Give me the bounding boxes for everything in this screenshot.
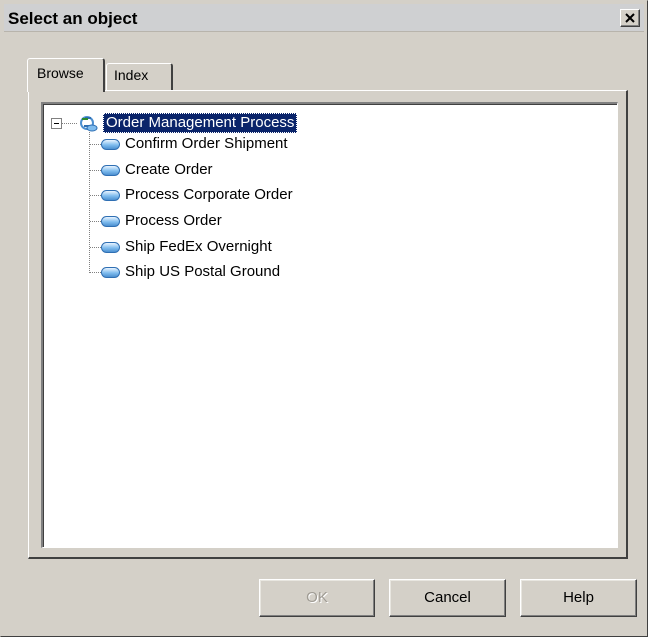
tab-index[interactable]: Index [106,63,173,90]
tab-browse-label: Browse [37,65,84,81]
cancel-button[interactable]: Cancel [389,579,506,617]
tree-node-label: Confirm Order Shipment [125,135,288,152]
process-icon [101,216,120,227]
tree-node-label: Create Order [125,161,213,178]
tab-browse[interactable]: Browse [27,58,105,92]
select-object-dialog: Select an object Browse Index Order Mana… [0,0,648,637]
object-tree[interactable]: Order Management Process Confirm Order S… [41,102,618,548]
process-icon [101,190,120,201]
close-icon [625,13,635,23]
ok-button[interactable]: OK [259,579,375,617]
process-icon [101,139,120,150]
tree-node-label: Ship FedEx Overnight [125,238,272,255]
process-icon [101,242,120,253]
browse-tab-panel: Order Management Process Confirm Order S… [28,90,628,559]
process-icon [101,165,120,176]
process-model-icon [80,116,98,132]
process-icon [101,267,120,278]
collapse-toggle[interactable] [51,118,62,129]
tree-node-label: Process Order [125,212,222,229]
tree-root-label[interactable]: Order Management Process [103,113,298,133]
tab-index-label: Index [114,67,149,83]
tree-node-label: Ship US Postal Ground [125,263,281,280]
tree-node-label: Process Corporate Order [125,186,293,203]
title-bar: Select an object [4,4,644,32]
help-button[interactable]: Help [520,579,637,617]
dialog-title: Select an object [8,9,138,28]
close-button[interactable] [620,9,640,27]
